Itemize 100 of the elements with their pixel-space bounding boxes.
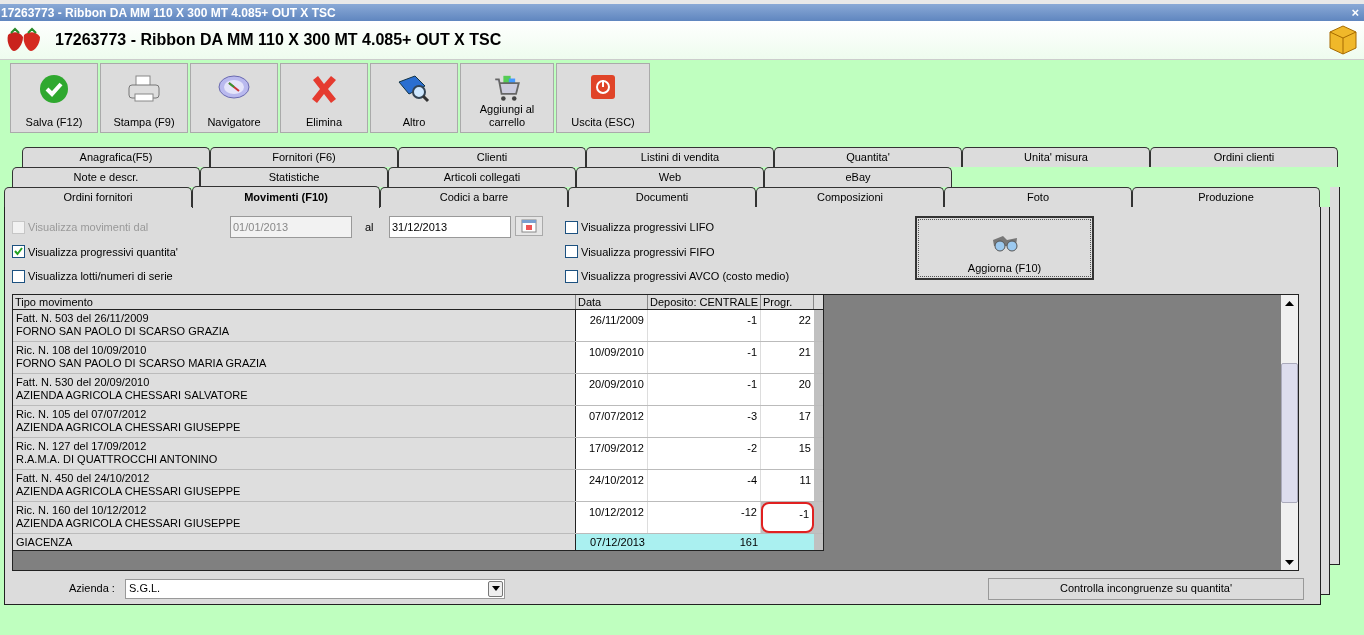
table-cell: -4: [648, 470, 761, 501]
table-cell: 20: [761, 374, 814, 405]
tab[interactable]: Foto: [944, 187, 1132, 207]
power-icon: [590, 74, 616, 100]
calendar-button[interactable]: [515, 216, 543, 236]
company-label: Azienda :: [69, 581, 116, 597]
printer-icon: [127, 74, 161, 104]
table-cell: 17/09/2012: [576, 438, 648, 469]
refresh-button[interactable]: Aggiorna (F10): [915, 216, 1094, 280]
company-dropdown[interactable]: S.G.L.: [125, 578, 505, 599]
table-cell: -1: [648, 374, 761, 405]
table-cell: 17: [761, 406, 814, 437]
table-cell: -1: [648, 310, 761, 341]
tab[interactable]: Anagrafica(F5): [22, 147, 210, 167]
tab[interactable]: Ordini fornitori: [4, 187, 192, 207]
column-header[interactable]: Tipo movimento: [13, 295, 576, 309]
toolbar-button[interactable]: Stampa (F9): [100, 63, 188, 133]
tab[interactable]: Quantita': [774, 147, 962, 167]
scroll-thumb[interactable]: [1281, 362, 1298, 503]
tab[interactable]: eBay: [764, 167, 952, 187]
package-cube-icon: [1327, 24, 1359, 56]
movement-document: Ric. N. 160 del 10/12/2012: [16, 504, 148, 517]
strawberry-icon: [5, 27, 43, 53]
window-title: 17263773 - Ribbon DA MM 110 X 300 MT 4.085+ OUT X TSC: [1, 4, 336, 22]
checkbox[interactable]: [565, 245, 578, 259]
dropdown-caret-icon[interactable]: [488, 580, 503, 597]
movement-party: AZIENDA AGRICOLA CHESSARI SALVATORE: [16, 389, 249, 402]
delete-cross-icon: [309, 74, 339, 104]
checkbox-label: Visualizza progressivi quantita': [28, 244, 178, 260]
tab[interactable]: Statistiche: [200, 167, 388, 187]
checkbox-label: Visualizza progressivi AVCO (costo medio): [581, 269, 790, 284]
table-cell: 07/07/2012: [576, 406, 648, 437]
toolbar-button[interactable]: Uscita (ESC): [556, 63, 650, 133]
table-cell: 15: [761, 438, 814, 469]
check-quantities-button[interactable]: Controlla incongruenze su quantita': [988, 577, 1304, 600]
movement-document: Fatt. N. 530 del 20/09/2010: [16, 376, 151, 389]
column-header[interactable]: Data: [576, 295, 648, 309]
tab[interactable]: Documenti: [568, 187, 756, 207]
column-header[interactable]: Deposito: CENTRALE: [648, 295, 761, 309]
tab[interactable]: Clienti: [398, 147, 586, 167]
toolbar-button[interactable]: Elimina: [280, 63, 368, 133]
toolbar-button[interactable]: Navigatore: [190, 63, 278, 133]
tab[interactable]: Codici a barre: [380, 187, 568, 207]
movement-document: Ric. N. 108 del 10/09/2010: [16, 344, 148, 357]
item-title: 17263773 - Ribbon DA MM 110 X 300 MT 4.085+ OUT X TSC: [55, 30, 503, 50]
table-cell: 20/09/2010: [576, 374, 648, 405]
table-cell: 11: [761, 470, 814, 501]
book-magnifier-icon: [397, 74, 431, 104]
checkmark-icon: [39, 74, 69, 104]
tab[interactable]: Movimenti (F10): [192, 186, 380, 208]
movement-document: Ric. N. 127 del 17/09/2012: [16, 440, 148, 453]
compass-icon: [217, 74, 251, 100]
movement-document: Fatt. N. 503 del 26/11/2009: [16, 312, 150, 325]
table-cell: 10/12/2012: [576, 502, 648, 533]
checkbox[interactable]: [12, 269, 25, 283]
movement-party: AZIENDA AGRICOLA CHESSARI GIUSEPPE: [16, 485, 242, 498]
table-cell: -2: [648, 438, 761, 469]
table-cell: -3: [648, 406, 761, 437]
table-cell: 26/11/2009: [576, 310, 648, 341]
tab[interactable]: Listini di vendita: [586, 147, 774, 167]
table-cell: -1: [648, 342, 761, 373]
check-icon: [14, 247, 23, 257]
table-cell: 161: [648, 534, 761, 550]
movement-party: FORNO SAN PAOLO DI SCARSO GRAZIA: [16, 325, 231, 338]
checkbox[interactable]: [565, 269, 578, 283]
checkbox-label: Visualizza movimenti dal: [28, 220, 149, 235]
table-cell: [761, 534, 814, 550]
tab[interactable]: Unita' misura: [962, 147, 1150, 167]
toolbar-button[interactable]: Altro: [370, 63, 458, 133]
toolbar-button[interactable]: Salva (F12): [10, 63, 98, 133]
tab[interactable]: Ordini clienti: [1150, 147, 1338, 167]
table-cell: -1: [761, 502, 814, 533]
column-header[interactable]: Progr.: [761, 295, 814, 309]
calendar-icon: [521, 219, 537, 233]
table-cell: 24/10/2012: [576, 470, 648, 501]
date-range-label: al: [365, 220, 375, 235]
tab[interactable]: Note e descr.: [12, 167, 200, 187]
table-cell: GIACENZA: [13, 534, 576, 550]
movement-party: R.A.M.A. DI QUATTROCCHI ANTONINO: [16, 453, 219, 466]
checkbox[interactable]: [565, 220, 578, 234]
movement-party: FORNO SAN PAOLO DI SCARSO MARIA GRAZIA: [16, 357, 268, 370]
movement-party: AZIENDA AGRICOLA CHESSARI GIUSEPPE: [16, 421, 242, 434]
date-field[interactable]: 31/12/2013: [389, 216, 511, 238]
tab[interactable]: Web: [576, 167, 764, 187]
tab[interactable]: Composizioni: [756, 187, 944, 207]
table-cell: 10/09/2010: [576, 342, 648, 373]
tab[interactable]: Produzione: [1132, 187, 1320, 207]
table-cell: 21: [761, 342, 814, 373]
movement-party: AZIENDA AGRICOLA CHESSARI GIUSEPPE: [16, 517, 242, 530]
table-cell: -12: [648, 502, 761, 533]
tab[interactable]: Articoli collegati: [388, 167, 576, 187]
checkbox[interactable]: [12, 245, 25, 259]
checkbox-label: Visualizza progressivi FIFO: [581, 244, 715, 260]
checkbox-label: Visualizza lotti/numeri di serie: [28, 269, 173, 284]
table-cell: 22: [761, 310, 814, 341]
tab[interactable]: Fornitori (F6): [210, 147, 398, 167]
toolbar-button[interactable]: Aggiungi al carrello: [460, 63, 554, 133]
vertical-scrollbar[interactable]: [1281, 295, 1298, 570]
movement-document: Fatt. N. 450 del 24/10/2012: [16, 472, 151, 485]
table-cell: 07/12/2013: [576, 534, 648, 550]
